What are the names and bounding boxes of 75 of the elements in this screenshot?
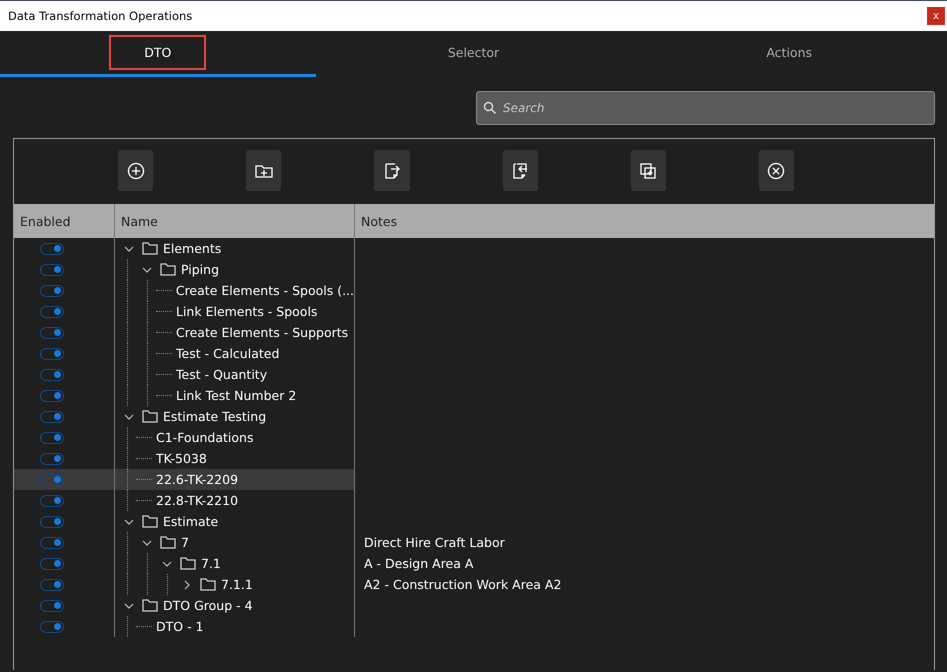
column-header[interactable]: Notes xyxy=(354,204,934,238)
notes-cell: Direct Hire Craft Labor xyxy=(364,535,505,550)
add-folder-button[interactable] xyxy=(246,150,282,191)
toggle-switch[interactable] xyxy=(40,536,64,548)
import-button[interactable] xyxy=(502,150,538,191)
search-icon xyxy=(483,101,497,115)
add-button[interactable] xyxy=(118,150,154,191)
folder-icon xyxy=(180,557,196,570)
chevron-icon[interactable] xyxy=(162,558,172,568)
notes-cell: A2 - Construction Work Area A2 xyxy=(364,577,562,592)
tree-item-label[interactable]: 22.8-TK-2210 xyxy=(156,493,238,508)
toggle-switch[interactable] xyxy=(40,368,64,380)
tree-item-label[interactable]: Estimate xyxy=(163,514,218,529)
folder-icon xyxy=(200,578,216,591)
folder-icon xyxy=(142,410,158,423)
toggle-switch[interactable] xyxy=(40,600,64,612)
tree-item-label[interactable]: Test - Calculated xyxy=(176,346,280,361)
chevron-icon[interactable] xyxy=(124,600,134,610)
tree-item-label[interactable]: Test - Quantity xyxy=(176,367,268,382)
toggle-switch[interactable] xyxy=(40,410,64,422)
tree-item-label[interactable]: 7.1.1 xyxy=(221,577,253,592)
toggle-switch[interactable] xyxy=(40,432,64,444)
tree-item-label[interactable]: 7.1 xyxy=(201,556,221,571)
tree-item-label[interactable]: DTO - 1 xyxy=(156,619,204,634)
tree-item-label[interactable]: TK-5038 xyxy=(156,451,207,466)
tree-item-label[interactable]: Elements xyxy=(163,241,222,256)
tree-item-label[interactable]: Link Elements - Spools xyxy=(176,304,318,319)
chevron-icon[interactable] xyxy=(124,244,134,254)
folder-icon xyxy=(142,599,158,612)
delete-button[interactable] xyxy=(758,150,794,191)
tree-item-label[interactable]: Create Elements - Supports xyxy=(176,325,348,340)
plus-circle-icon xyxy=(126,160,146,180)
toggle-switch[interactable] xyxy=(40,242,64,254)
toggle-switch[interactable] xyxy=(40,474,64,486)
toggle-switch[interactable] xyxy=(40,620,64,632)
tree-item-label[interactable]: Link Test Number 2 xyxy=(176,388,296,403)
toggle-switch[interactable] xyxy=(40,306,64,318)
toggle-switch[interactable] xyxy=(40,348,64,360)
toggle-switch[interactable] xyxy=(40,326,64,338)
folder-icon xyxy=(142,515,158,528)
toggle-switch[interactable] xyxy=(40,452,64,464)
tab[interactable]: DTO xyxy=(0,31,316,77)
folder-icon xyxy=(160,263,176,276)
copy-plus-icon xyxy=(638,160,658,180)
tab[interactable]: Actions xyxy=(631,31,947,77)
toggle-switch[interactable] xyxy=(40,284,64,296)
tree-item-label[interactable]: Piping xyxy=(181,262,220,277)
chevron-icon[interactable] xyxy=(124,412,134,422)
chevron-icon[interactable] xyxy=(124,516,134,526)
notes-cell: A - Design Area A xyxy=(364,556,474,571)
cancel-circle-icon xyxy=(766,160,786,180)
folder-icon xyxy=(160,536,176,549)
export-button[interactable] xyxy=(374,150,410,191)
tree-item-label[interactable]: 7 xyxy=(181,535,189,550)
column-header[interactable]: Enabled xyxy=(14,204,114,238)
close-button[interactable]: x xyxy=(927,7,945,25)
toggle-switch[interactable] xyxy=(40,558,64,570)
toggle-switch[interactable] xyxy=(40,578,64,590)
tree-item-label[interactable]: C1-Foundations xyxy=(156,430,254,445)
tree-item-label[interactable]: Create Elements - Spools (... xyxy=(176,283,354,298)
toggle-switch[interactable] xyxy=(40,494,64,506)
chevron-icon[interactable] xyxy=(142,538,152,548)
toggle-switch[interactable] xyxy=(40,264,64,276)
folder-icon xyxy=(142,242,158,255)
tab[interactable]: Selector xyxy=(316,31,632,77)
window-title: Data Transformation Operations xyxy=(7,9,192,23)
search-field[interactable]: Search xyxy=(476,91,935,125)
chevron-icon[interactable] xyxy=(182,580,192,590)
toggle-switch[interactable] xyxy=(40,390,64,402)
column-header[interactable]: Name xyxy=(114,204,354,238)
tree-item-label[interactable]: Estimate Testing xyxy=(163,409,266,424)
toggle-switch[interactable] xyxy=(40,516,64,528)
duplicate-button[interactable] xyxy=(630,150,666,191)
chevron-icon[interactable] xyxy=(142,264,152,274)
tree-item-label[interactable]: DTO Group - 4 xyxy=(163,598,253,613)
